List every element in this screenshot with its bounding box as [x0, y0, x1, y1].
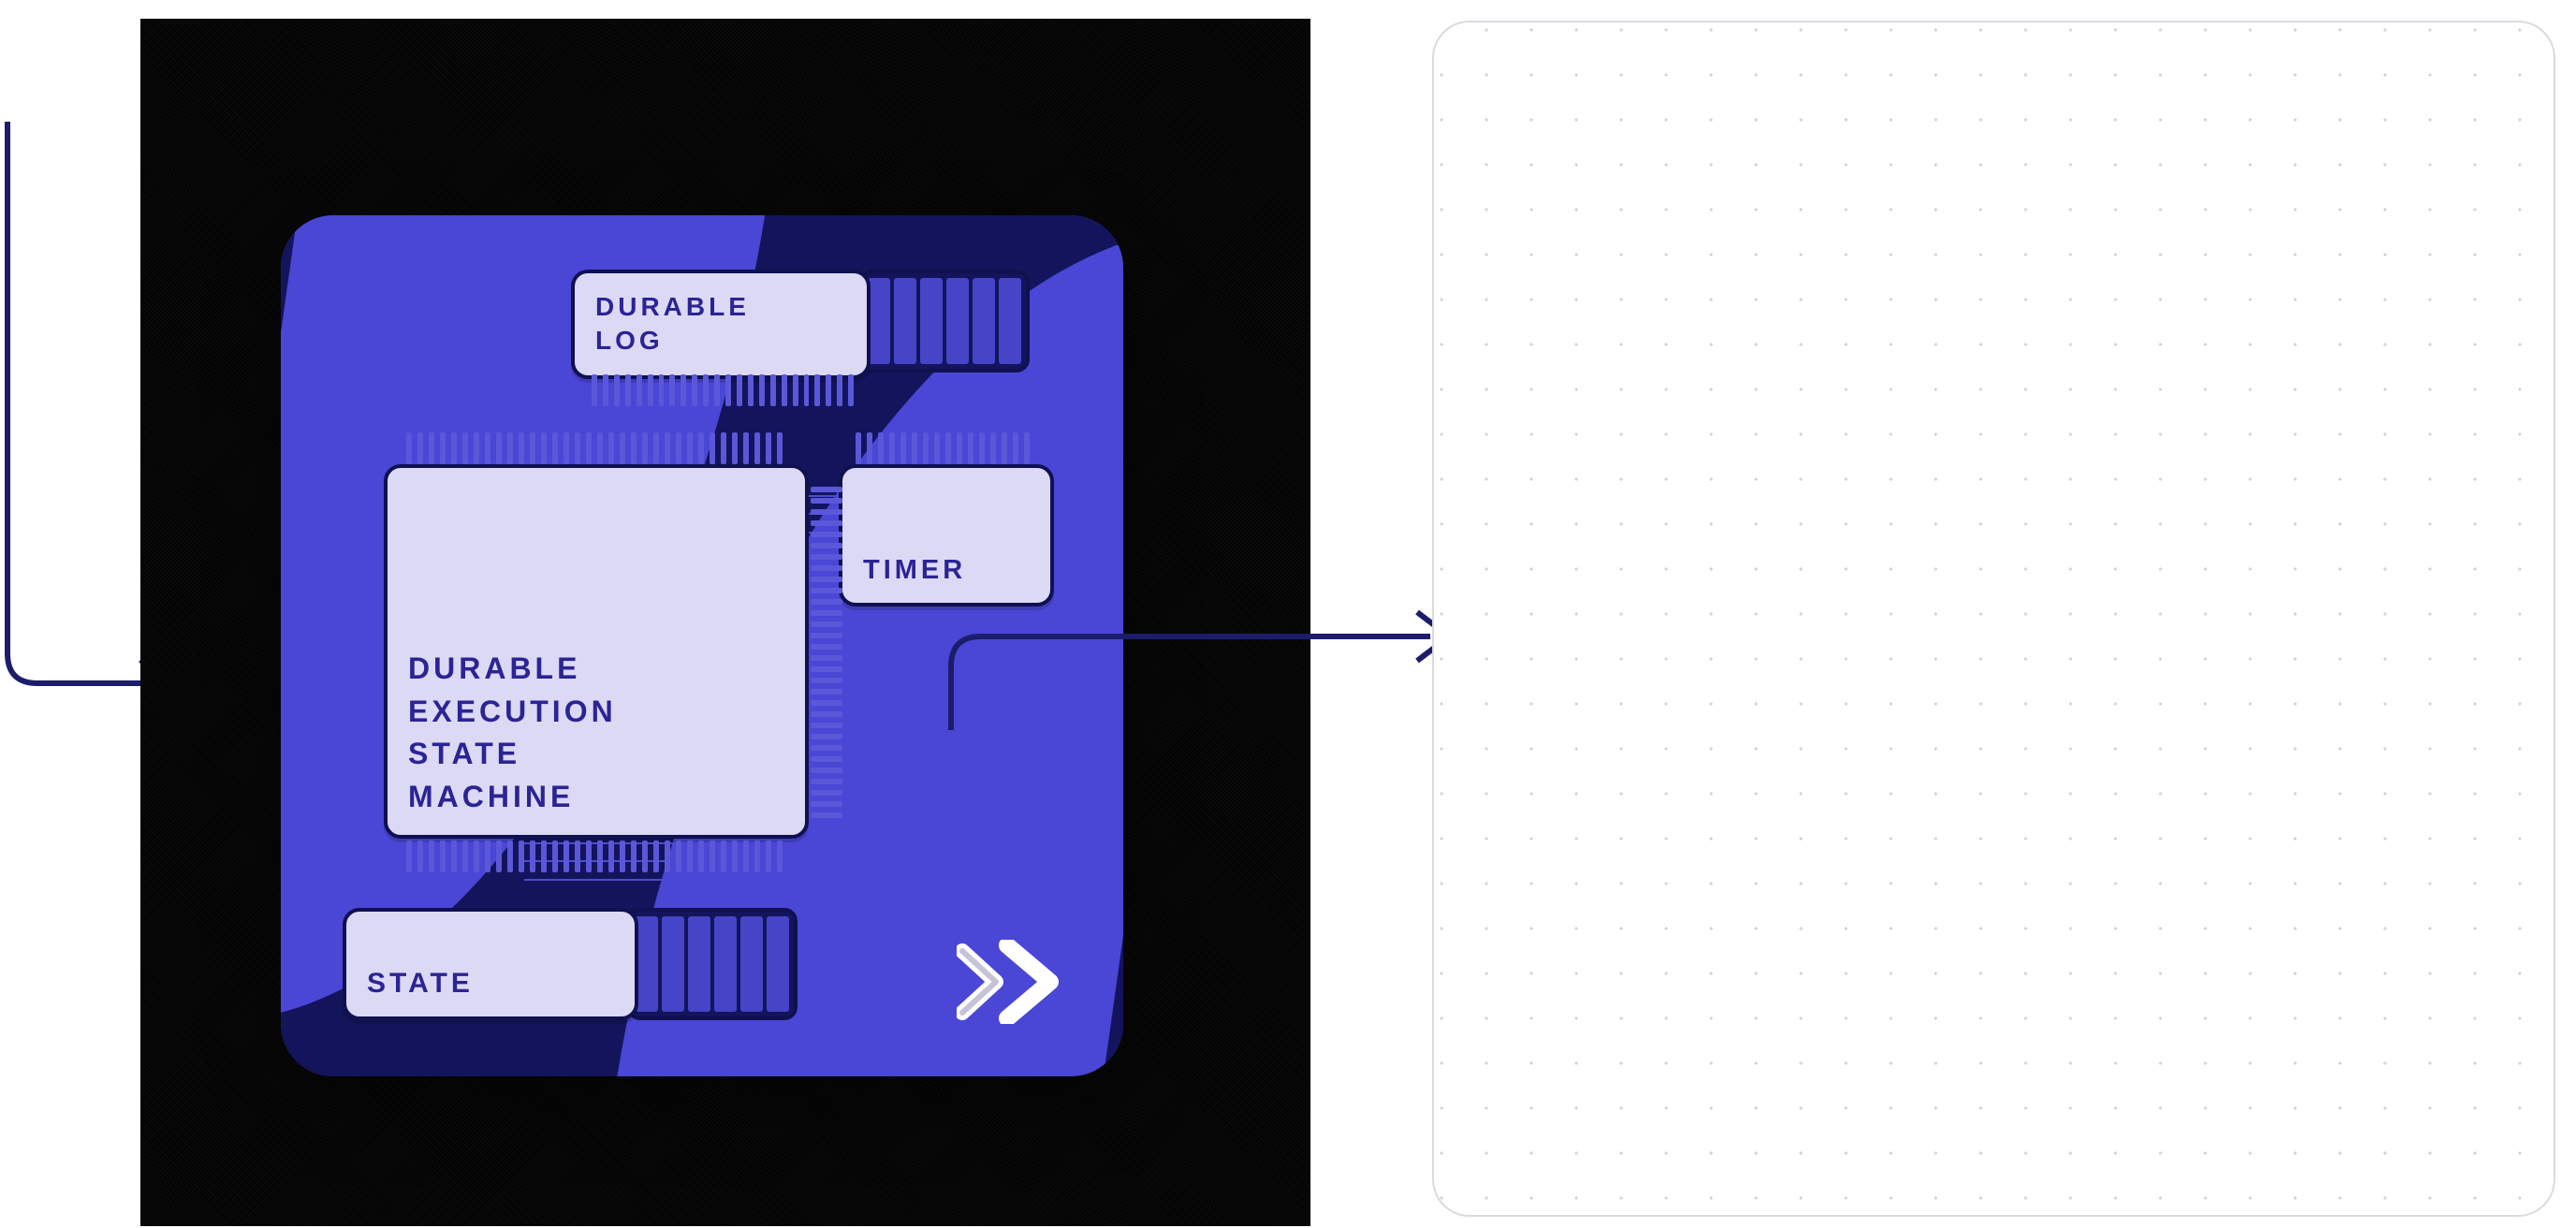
- state-machine-line1: DURABLE: [408, 648, 784, 690]
- state-machine-line2: EXECUTION: [408, 691, 784, 733]
- state-machine-line4: MACHINE: [408, 776, 784, 818]
- durable-log-line1: DURABLE: [595, 290, 846, 324]
- state-ladder: [627, 908, 798, 1020]
- architecture-diagram: DURABLE LOG TIMER DURABLE EXECUTION STAT…: [0, 0, 2576, 1228]
- state-machine-pins-top: [406, 432, 788, 464]
- durable-log-line2: LOG: [595, 324, 846, 358]
- state-machine-box: DURABLE EXECUTION STATE MACHINE: [384, 464, 809, 839]
- durable-log-ladder: [859, 270, 1030, 373]
- state-machine-line3: STATE: [408, 733, 784, 775]
- output-blank-card: [1432, 21, 2555, 1217]
- state-machine-pins-right: [811, 487, 842, 820]
- durable-log-pins: [592, 374, 854, 406]
- timer-pins-top: [856, 432, 1037, 464]
- durable-log-box: DURABLE LOG: [571, 270, 871, 379]
- state-label: STATE: [367, 968, 474, 1000]
- brand-logo-icon: [957, 940, 1075, 1024]
- arrow-out-icon: [944, 552, 1458, 739]
- state-box: STATE: [343, 908, 638, 1020]
- state-machine-pins-bottom: [406, 841, 788, 872]
